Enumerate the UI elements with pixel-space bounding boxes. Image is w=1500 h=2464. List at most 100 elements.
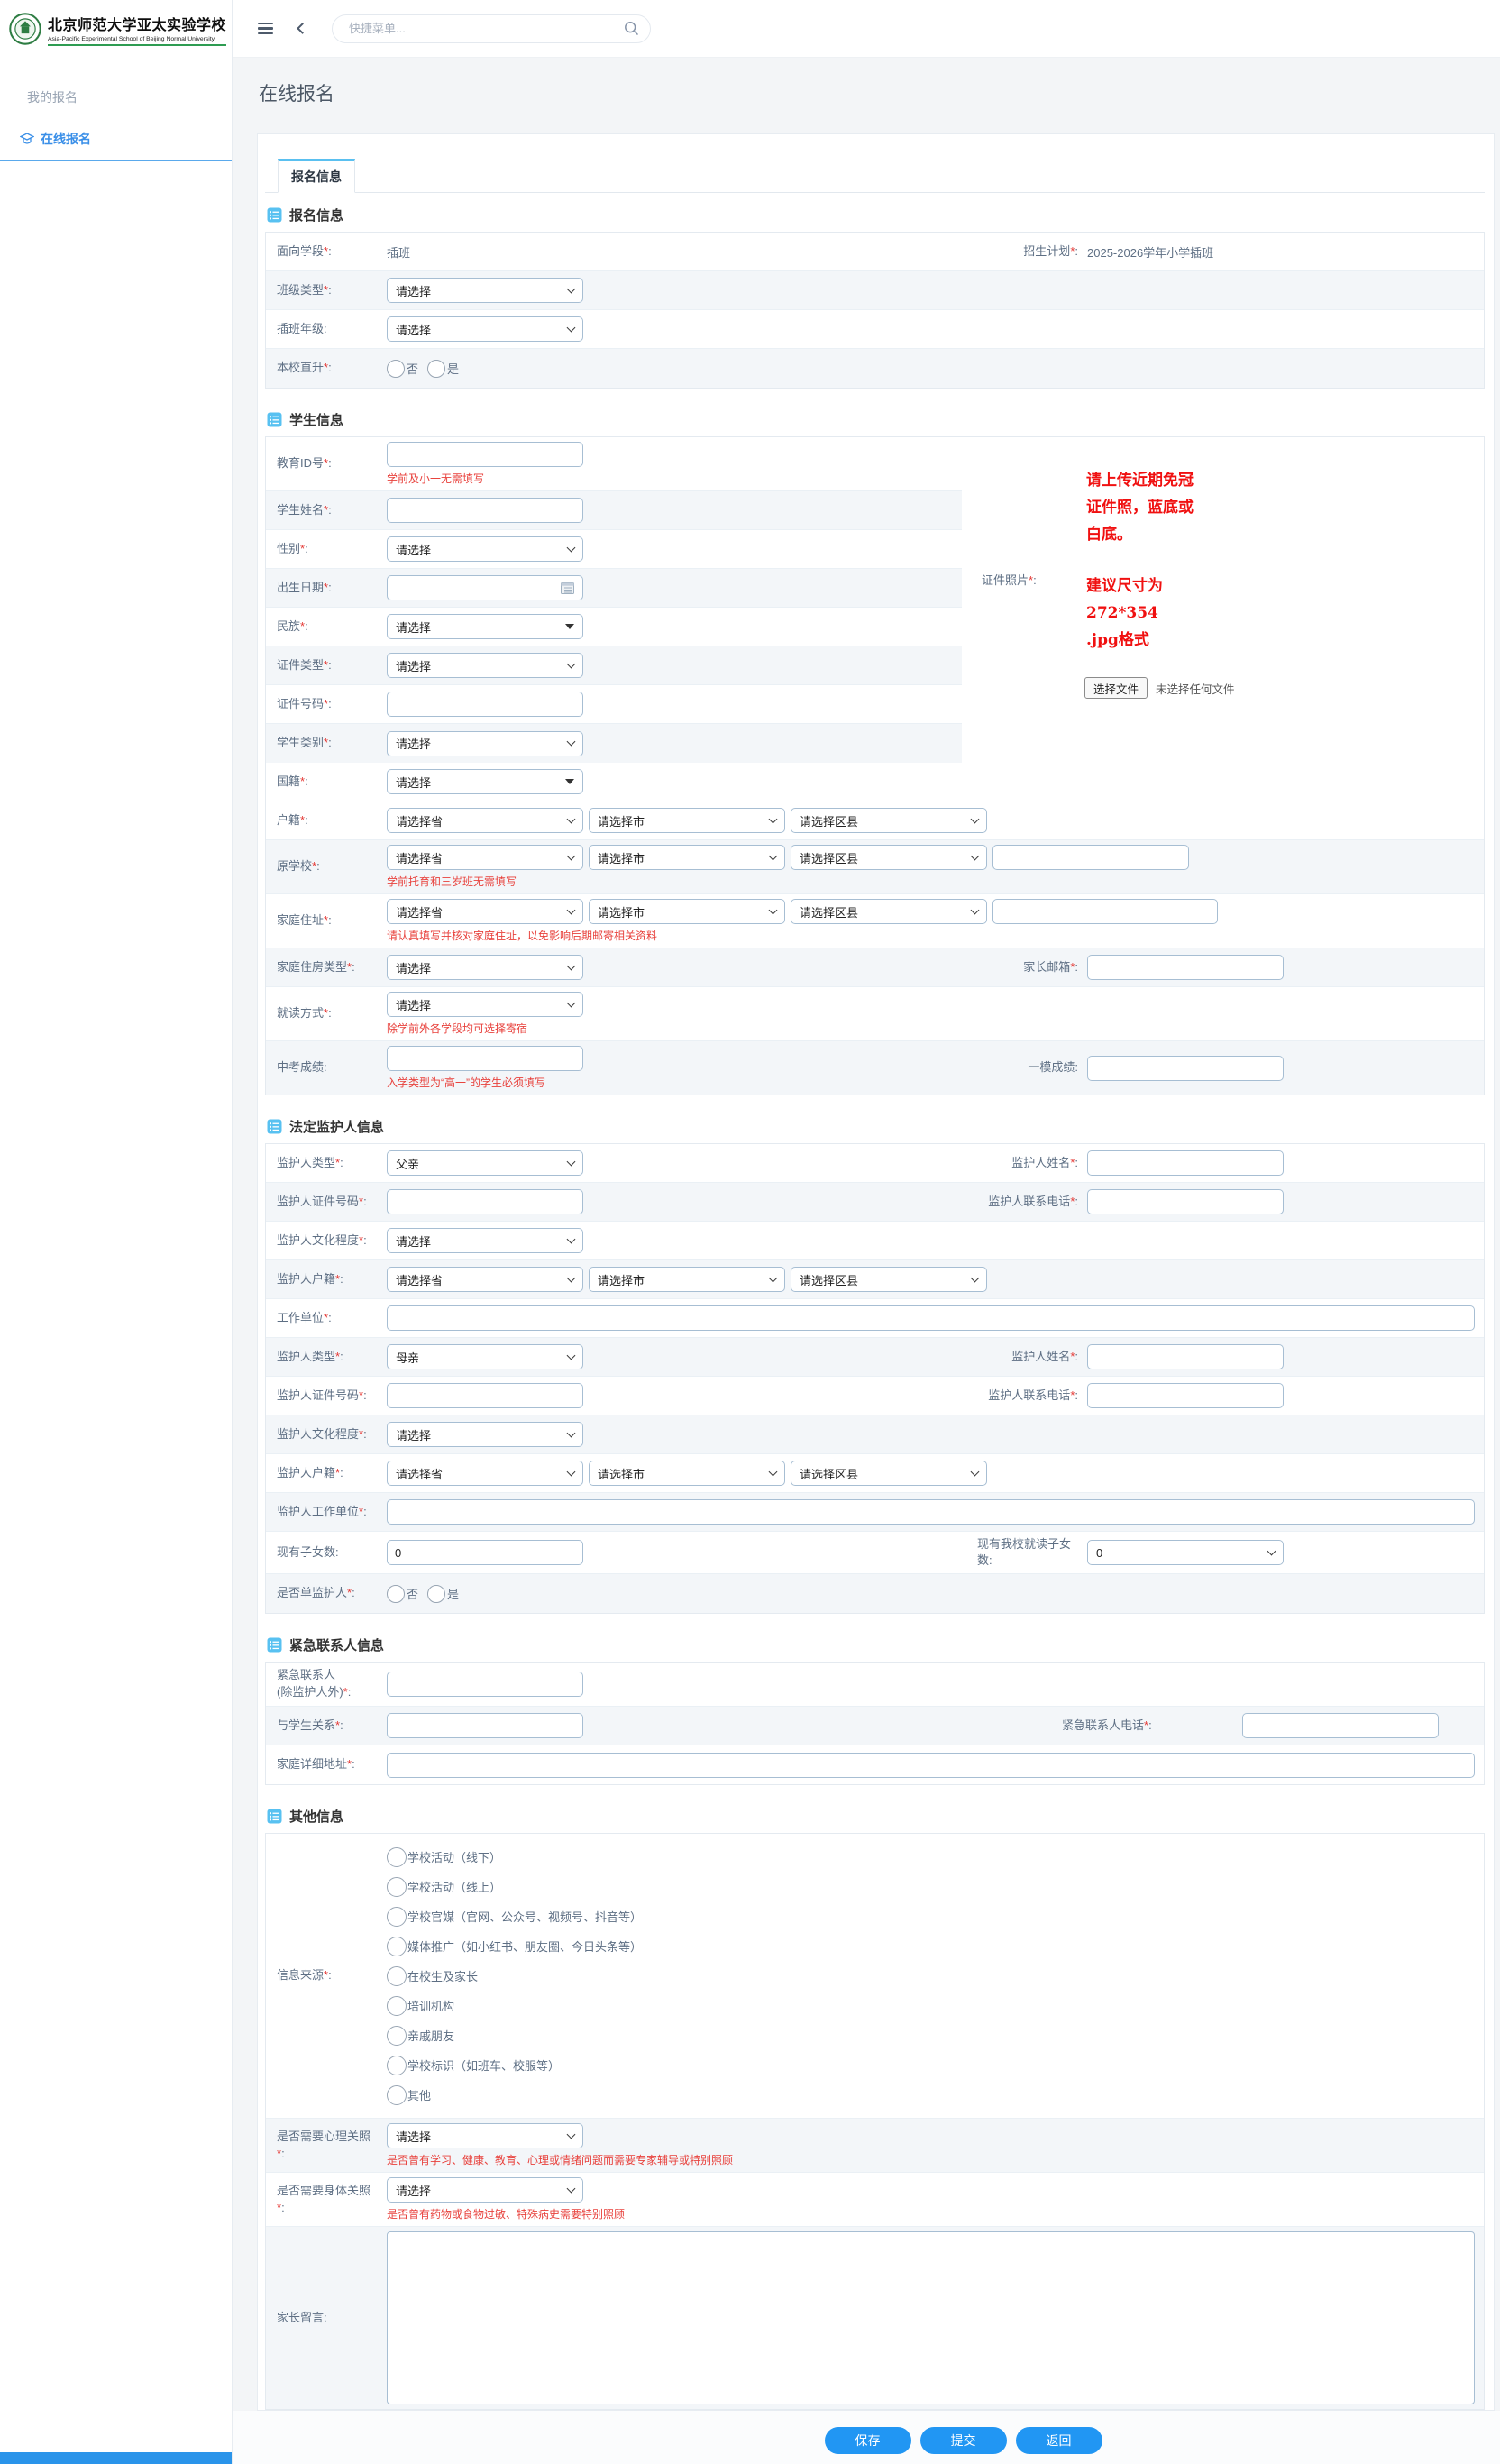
student-category-select[interactable]: 请选择 xyxy=(387,731,583,756)
collapse-back-icon[interactable] xyxy=(297,23,308,34)
id-type-select[interactable]: 请选择 xyxy=(387,653,583,678)
guardian1-phone-input[interactable] xyxy=(1087,1189,1284,1214)
guardian1-type-select[interactable]: 父亲 xyxy=(387,1150,583,1176)
emergency-contact-input[interactable] xyxy=(387,1672,583,1697)
guardian1-id-number-input[interactable] xyxy=(387,1189,583,1214)
guardian1-education-select[interactable]: 请选择 xyxy=(387,1228,583,1253)
housing-type-select[interactable]: 请选择 xyxy=(387,955,583,980)
home-address-district-select[interactable]: 请选择区县 xyxy=(791,899,987,924)
label-colon: : xyxy=(1075,1060,1078,1074)
chevron-down-icon xyxy=(971,1273,980,1282)
submit-button[interactable]: 提交 xyxy=(920,2427,1007,2454)
save-button[interactable]: 保存 xyxy=(825,2427,911,2454)
boarding-type-select[interactable]: 请选择 xyxy=(387,992,583,1017)
info-source-option-7-radio[interactable] xyxy=(387,2056,407,2075)
direct-promotion-yes-radio[interactable] xyxy=(427,360,445,378)
physical-care-select[interactable]: 请选择 xyxy=(387,2177,583,2203)
guardian1-household-city-select[interactable]: 请选择市 xyxy=(589,1267,785,1292)
field-label-text: 监护人联系电话 xyxy=(988,1195,1070,1208)
home-address-city-select[interactable]: 请选择市 xyxy=(589,899,785,924)
section-header-registration: 报名信息 xyxy=(265,206,1485,232)
field-label: 国籍*: xyxy=(277,774,387,791)
student-name-input[interactable] xyxy=(387,498,583,523)
info-source-option-5-radio[interactable] xyxy=(387,1996,407,2016)
birth-date-input[interactable] xyxy=(387,575,583,600)
guardian1-workplace-input[interactable] xyxy=(387,1305,1475,1331)
guardian1-name-input[interactable] xyxy=(1087,1150,1284,1176)
search-input[interactable] xyxy=(347,21,624,36)
household-registration-city-select[interactable]: 请选择市 xyxy=(589,808,785,833)
label-colon: : xyxy=(340,1272,343,1286)
label-colon: : xyxy=(1075,1350,1078,1363)
student-relation-input[interactable] xyxy=(387,1713,583,1738)
back-button[interactable]: 返回 xyxy=(1016,2427,1102,2454)
info-source-option-3-radio[interactable] xyxy=(387,1937,407,1956)
guardian2-household-province-select[interactable]: 请选择省 xyxy=(387,1461,583,1486)
single-guardian-yes-radio[interactable] xyxy=(427,1585,445,1603)
sidebar-item-online-registration[interactable]: 在线报名 xyxy=(20,130,232,148)
section-header-guardian: 法定监护人信息 xyxy=(265,1117,1485,1143)
field-label: 紧急联系人电话*: xyxy=(1062,1717,1233,1734)
choose-file-button[interactable]: 选择文件 xyxy=(1084,677,1148,699)
guardian2-type-select[interactable]: 母亲 xyxy=(387,1344,583,1369)
label-colon: : xyxy=(305,774,308,788)
field-label: 监护人文化程度*: xyxy=(277,1426,387,1443)
info-source-option-0-radio[interactable] xyxy=(387,1847,407,1867)
household-registration-province-select[interactable]: 请选择省 xyxy=(387,808,583,833)
info-source-option-4-radio[interactable] xyxy=(387,1966,407,1986)
children-count-row: 现有子女数:现有我校就读子女数:0 xyxy=(266,1532,1484,1574)
guardian2-id-number-input[interactable] xyxy=(387,1383,583,1408)
previous-school-city-select[interactable]: 请选择市 xyxy=(589,845,785,870)
info-source-option-8-radio[interactable] xyxy=(387,2085,407,2105)
select-value: 父亲 xyxy=(396,1155,419,1172)
emergency-phone-input[interactable] xyxy=(1242,1713,1439,1738)
menu-icon[interactable] xyxy=(258,23,273,34)
previous-school-name-input[interactable] xyxy=(992,845,1189,870)
field-label-text: 监护人文化程度 xyxy=(277,1233,359,1247)
education-id-input[interactable] xyxy=(387,442,583,467)
guardian2-household-city-select[interactable]: 请选择市 xyxy=(589,1461,785,1486)
previous-school-district-select[interactable]: 请选择区县 xyxy=(791,845,987,870)
mental-care-select[interactable]: 请选择 xyxy=(387,2123,583,2148)
section-title: 其他信息 xyxy=(289,1807,343,1826)
field-note: 是否曾有药物或食物过敏、特殊病史需要特别照顾 xyxy=(387,2206,1475,2221)
parent-email-input[interactable] xyxy=(1087,955,1284,980)
section-emergency: 紧急联系人信息紧急联系人 (除监护人外)*:与学生关系*:紧急联系人电话*:家庭… xyxy=(265,1635,1485,1785)
id-number-input[interactable] xyxy=(387,692,583,717)
children-in-school-count-select[interactable]: 0 xyxy=(1087,1540,1284,1565)
guardian2-phone-input[interactable] xyxy=(1087,1383,1284,1408)
info-source-option-1-radio[interactable] xyxy=(387,1877,407,1897)
education-id-row: 教育ID号*:学前及小一无需填写 xyxy=(266,437,962,491)
ethnicity-select[interactable]: 请选择 xyxy=(387,614,583,639)
info-source-option-2-radio[interactable] xyxy=(387,1907,407,1927)
guardian1-household-district-select[interactable]: 请选择区县 xyxy=(791,1267,987,1292)
guardian2-education-select[interactable]: 请选择 xyxy=(387,1422,583,1447)
guardian2-name-input[interactable] xyxy=(1087,1344,1284,1369)
field-label-text: 民族 xyxy=(277,619,300,633)
zhongkao-score-input[interactable] xyxy=(387,1046,583,1071)
gender-select[interactable]: 请选择 xyxy=(387,536,583,562)
previous-school-province-select[interactable]: 请选择省 xyxy=(387,845,583,870)
label-colon: : xyxy=(1075,244,1078,258)
nationality-select[interactable]: 请选择 xyxy=(387,769,583,794)
guardian1-household-province-select[interactable]: 请选择省 xyxy=(387,1267,583,1292)
household-registration-district-select[interactable]: 请选择区县 xyxy=(791,808,987,833)
transfer-grade-select[interactable]: 请选择 xyxy=(387,316,583,342)
single-guardian-no-radio[interactable] xyxy=(387,1585,405,1603)
home-address-detail-input[interactable] xyxy=(992,899,1218,924)
children-count-input[interactable] xyxy=(387,1540,583,1565)
class-type-select[interactable]: 请选择 xyxy=(387,278,583,303)
guardian2-workplace-input[interactable] xyxy=(387,1499,1475,1525)
info-source-option-6-radio[interactable] xyxy=(387,2026,407,2046)
select-value: 请选择省 xyxy=(396,1271,443,1288)
home-address-province-select[interactable]: 请选择省 xyxy=(387,899,583,924)
mock-exam-score-input[interactable] xyxy=(1087,1056,1284,1081)
guardian2-household-district-select[interactable]: 请选择区县 xyxy=(791,1461,987,1486)
direct-promotion-no-radio[interactable] xyxy=(387,360,405,378)
file-upload-control: 选择文件未选择任何文件 xyxy=(1084,677,1235,699)
parent-message-textarea[interactable] xyxy=(387,2231,1475,2404)
tab-registration-info[interactable]: 报名信息 xyxy=(278,159,355,193)
home-detailed-address-input[interactable] xyxy=(387,1753,1475,1778)
section-student: 学生信息教育ID号*:学前及小一无需填写学生姓名*:性别*:请选择出生日期*:民… xyxy=(265,410,1485,1095)
quick-menu-search[interactable] xyxy=(332,14,651,43)
